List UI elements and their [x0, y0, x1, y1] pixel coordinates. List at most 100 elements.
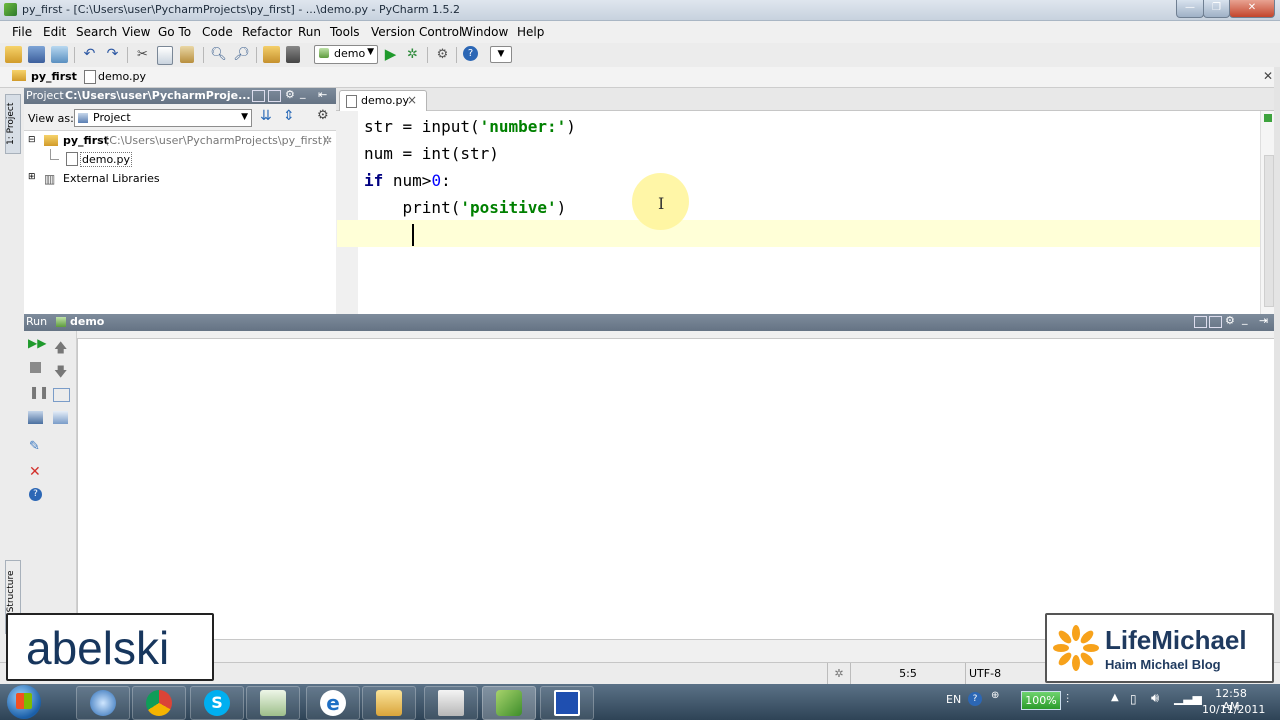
menu-run[interactable]: Run [298, 25, 321, 39]
panel-float-icon[interactable] [1194, 316, 1207, 328]
menu-code[interactable]: Code [202, 25, 233, 39]
menu-search[interactable]: Search [76, 25, 117, 39]
pause-icon[interactable]: ❚❚ [29, 385, 49, 399]
scroll-thumb[interactable] [1264, 155, 1274, 307]
windows-taskbar: S e EN ? ⊕ 100% ⫶ ▲ ▯ 🔊︎ ▁▃▅ 12:58 AM 10… [0, 684, 1280, 720]
hide-panel-icon[interactable]: ⇤ [318, 88, 327, 101]
arrow-down-icon[interactable]: 🡇 [54, 363, 67, 385]
taskbar-app-explorer-globe[interactable] [76, 686, 130, 720]
breadcrumb-project[interactable]: py_first [31, 70, 77, 83]
help-icon[interactable]: ? [29, 488, 42, 501]
copy-icon[interactable] [157, 46, 173, 65]
collapse-toggle-icon[interactable]: ⊟ [28, 135, 36, 145]
run-panel-config[interactable]: demo [70, 315, 104, 328]
menu-edit[interactable]: Edit [43, 25, 66, 39]
run-icon[interactable]: ▶ [382, 46, 399, 63]
device-icon[interactable]: ▯ [1130, 692, 1137, 706]
open-folder-icon[interactable] [5, 46, 22, 63]
help-icon[interactable]: ? [463, 46, 478, 61]
collapse-all-icon[interactable]: ⇕ [283, 108, 295, 124]
sync-icon[interactable] [51, 46, 68, 63]
dropdown-icon[interactable]: ▼ [490, 46, 512, 63]
project-structure-icon[interactable] [263, 46, 280, 63]
menu-refactor[interactable]: Refactor [242, 25, 292, 39]
rerun-icon[interactable]: ▶▶ [28, 336, 46, 350]
taskbar-app-pycharm[interactable] [482, 686, 536, 720]
redo-icon[interactable]: ↷ [104, 46, 121, 63]
minimize-button[interactable]: — [1176, 0, 1204, 18]
pin-icon[interactable]: ✎ [29, 439, 40, 454]
arrow-up-icon[interactable]: 🡅 [54, 339, 67, 361]
gear-icon[interactable]: ⚙ [1225, 314, 1235, 327]
menu-version-control[interactable]: Version Control [371, 25, 462, 39]
close-run-icon[interactable]: ✕ [29, 464, 41, 480]
minimize-panel-icon[interactable]: _ [300, 86, 306, 99]
taskbar-app-folder[interactable] [362, 686, 416, 720]
sync-icon[interactable]: ✲ [323, 134, 332, 147]
taskbar-app-chrome[interactable] [132, 686, 186, 720]
undo-icon[interactable]: ↶ [81, 46, 98, 63]
project-header-title: Project [26, 89, 64, 102]
debug-icon[interactable]: ✲ [404, 46, 421, 63]
panel-pin-icon[interactable] [268, 90, 281, 102]
caret-position[interactable]: 5:5 [850, 663, 965, 685]
menu-help[interactable]: Help [517, 25, 544, 39]
signal-icon[interactable]: ▁▃▅ [1174, 691, 1202, 705]
pin-icon[interactable]: ⊕ [991, 690, 999, 701]
settings-box-icon[interactable] [286, 46, 300, 63]
tree-external-libraries[interactable]: External Libraries [63, 172, 160, 185]
event-log-icon[interactable]: ✲ [827, 663, 850, 685]
stop-icon[interactable] [30, 362, 41, 373]
cut-icon[interactable]: ✂ [134, 46, 151, 63]
menu-file[interactable]: File [12, 25, 32, 39]
tree-root-name[interactable]: py_first [63, 134, 109, 147]
hide-panel-icon[interactable]: ⇥ [1259, 314, 1268, 327]
scroll-to-end-icon[interactable] [53, 411, 68, 424]
gear-icon[interactable]: ⚙ [285, 88, 295, 101]
taskbar-app-ie[interactable]: e [306, 686, 360, 720]
menu-window[interactable]: Window [461, 25, 508, 39]
view-as-select[interactable]: Project ▼ [74, 109, 252, 127]
menu-view[interactable]: View [122, 25, 150, 39]
maximize-button[interactable]: ❐ [1203, 0, 1230, 18]
paste-icon[interactable] [180, 46, 194, 63]
volume-icon[interactable]: 🔊︎ [1151, 691, 1159, 706]
close-button[interactable]: ✕ [1229, 0, 1275, 18]
editor-scrollbar[interactable] [1260, 111, 1275, 314]
taskbar-app-document[interactable] [424, 686, 478, 720]
tab-close-icon[interactable]: × [407, 93, 417, 107]
taskbar-app-skype[interactable]: S [190, 686, 244, 720]
replace-icon[interactable]: 🔎︎ [233, 46, 250, 63]
soft-wrap-icon[interactable] [53, 388, 70, 402]
settings-icon[interactable]: ⚙ [434, 46, 451, 63]
tab-demo-py[interactable]: demo.py × [339, 90, 427, 111]
save-icon[interactable] [28, 46, 45, 63]
dump-threads-icon[interactable] [28, 411, 43, 424]
find-icon[interactable]: 🔍︎ [210, 46, 227, 63]
taskbar-app-notes[interactable] [246, 686, 300, 720]
panel-float-icon[interactable] [252, 90, 265, 102]
close-icon[interactable]: ✕ [1263, 69, 1273, 83]
zoom-level-badge[interactable]: 100% [1021, 691, 1061, 710]
minimize-panel-icon[interactable]: _ [1242, 312, 1248, 325]
scroll-from-source-icon[interactable]: ⇊ [260, 108, 272, 124]
file-encoding[interactable]: UTF-8 [965, 663, 1045, 685]
help-icon[interactable]: ? [968, 692, 982, 706]
panel-pin-icon[interactable] [1209, 316, 1222, 328]
language-indicator[interactable]: EN [946, 693, 961, 706]
tab-project[interactable]: 1: Project [5, 94, 21, 154]
show-hidden-icons-icon[interactable]: ▲ [1111, 692, 1119, 703]
taskbar-app-screen-capture[interactable] [540, 686, 594, 720]
tree-file-demo[interactable]: demo.py [80, 152, 132, 167]
run-config-select[interactable]: demo ▼ [314, 45, 378, 64]
code-editor[interactable]: str = input('number:') num = int(str) if… [358, 111, 1260, 314]
expand-toggle-icon[interactable]: ⊞ [28, 172, 36, 182]
network-icon[interactable]: ⫶ [1066, 692, 1069, 707]
menu-tools[interactable]: Tools [330, 25, 360, 39]
clock-date[interactable]: 10/11/2011 [1202, 703, 1265, 716]
menu-goto[interactable]: Go To [158, 25, 191, 39]
gear-icon[interactable]: ⚙ [317, 108, 329, 123]
breadcrumb-file[interactable]: demo.py [98, 70, 146, 83]
start-button[interactable] [7, 685, 41, 719]
run-console-output[interactable] [77, 338, 1275, 640]
